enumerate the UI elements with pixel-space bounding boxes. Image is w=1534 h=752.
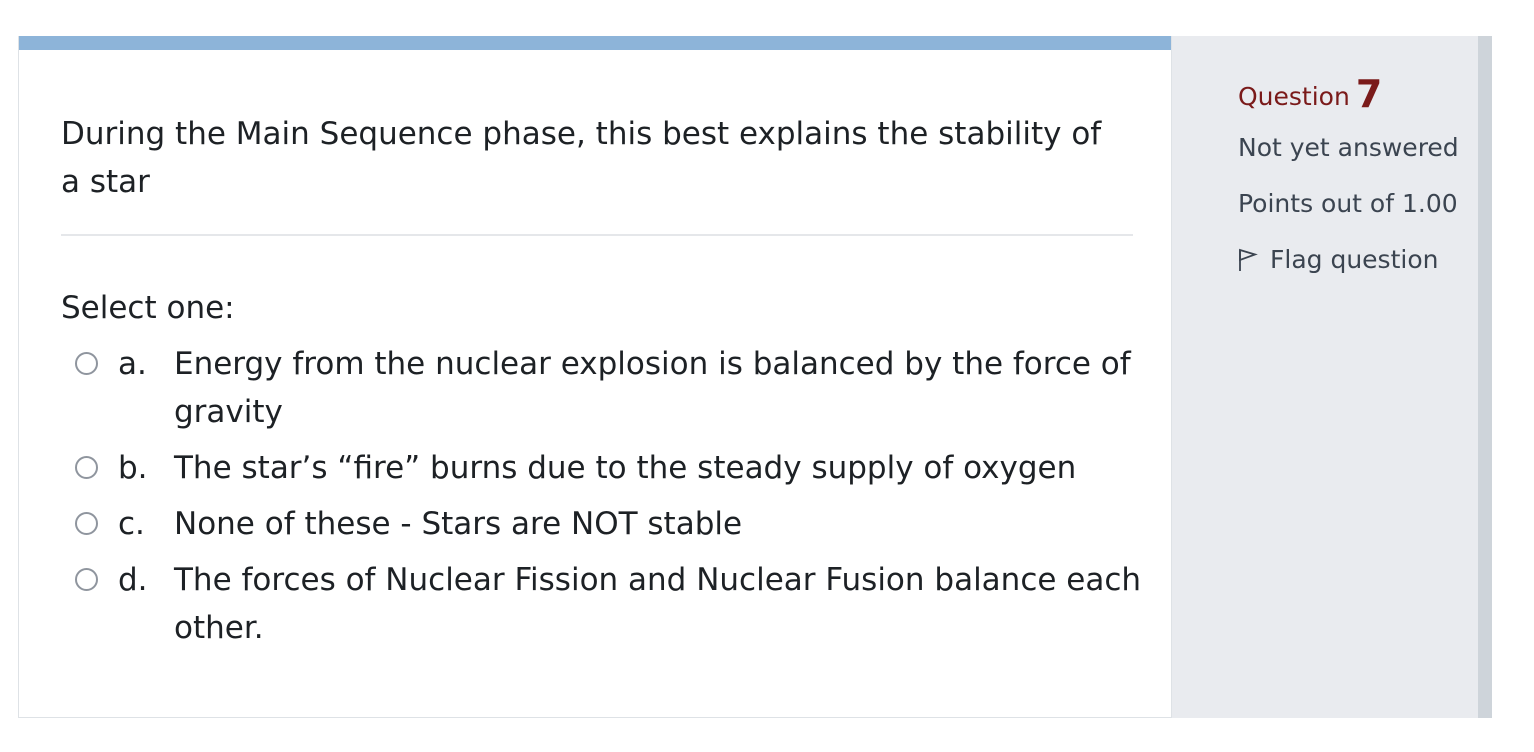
scrollbar-strip[interactable] xyxy=(1478,36,1492,718)
select-one-prompt: Select one: xyxy=(61,290,235,326)
answer-option-a[interactable]: a. Energy from the nuclear explosion is … xyxy=(75,340,1155,436)
question-grade: Points out of 1.00 xyxy=(1238,189,1458,218)
question-number: 7 xyxy=(1355,72,1383,116)
radio-button-d[interactable] xyxy=(75,568,98,591)
answer-option-b[interactable]: b. The star’s “fire” burns due to the st… xyxy=(75,444,1155,492)
answer-letter: a. xyxy=(118,346,147,382)
answer-option-c[interactable]: c. None of these - Stars are NOT stable xyxy=(75,500,1155,548)
question-number-heading: Question 7 xyxy=(1238,74,1468,117)
question-state: Not yet answered xyxy=(1238,133,1459,162)
answer-text[interactable]: The forces of Nuclear Fission and Nuclea… xyxy=(174,556,1155,652)
question-label: Question xyxy=(1238,82,1350,111)
answer-letter: d. xyxy=(118,562,148,598)
answer-text[interactable]: Energy from the nuclear explosion is bal… xyxy=(174,340,1155,436)
flag-question-link[interactable]: Flag question xyxy=(1238,241,1468,279)
radio-button-a[interactable] xyxy=(75,352,98,375)
question-card: During the Main Sequence phase, this bes… xyxy=(18,36,1172,718)
question-text: During the Main Sequence phase, this bes… xyxy=(61,116,1102,200)
answer-text[interactable]: The star’s “fire” burns due to the stead… xyxy=(174,444,1155,492)
question-info-panel: Question 7 Not yet answered Points out of… xyxy=(1172,36,1478,718)
answer-letter: c. xyxy=(118,506,145,542)
radio-button-b[interactable] xyxy=(75,456,98,479)
flag-outline-icon[interactable] xyxy=(1238,248,1258,272)
answer-option-d[interactable]: d. The forces of Nuclear Fission and Nuc… xyxy=(75,556,1155,652)
flag-question-label[interactable]: Flag question xyxy=(1270,241,1438,279)
divider xyxy=(61,234,1133,236)
question-info: Question 7 Not yet answered Points out of… xyxy=(1238,74,1468,279)
answer-options: a. Energy from the nuclear explosion is … xyxy=(75,340,1155,660)
card-accent-bar xyxy=(19,36,1171,50)
radio-button-c[interactable] xyxy=(75,512,98,535)
answer-letter: b. xyxy=(118,450,148,486)
answer-text[interactable]: None of these - Stars are NOT stable xyxy=(174,500,1155,548)
